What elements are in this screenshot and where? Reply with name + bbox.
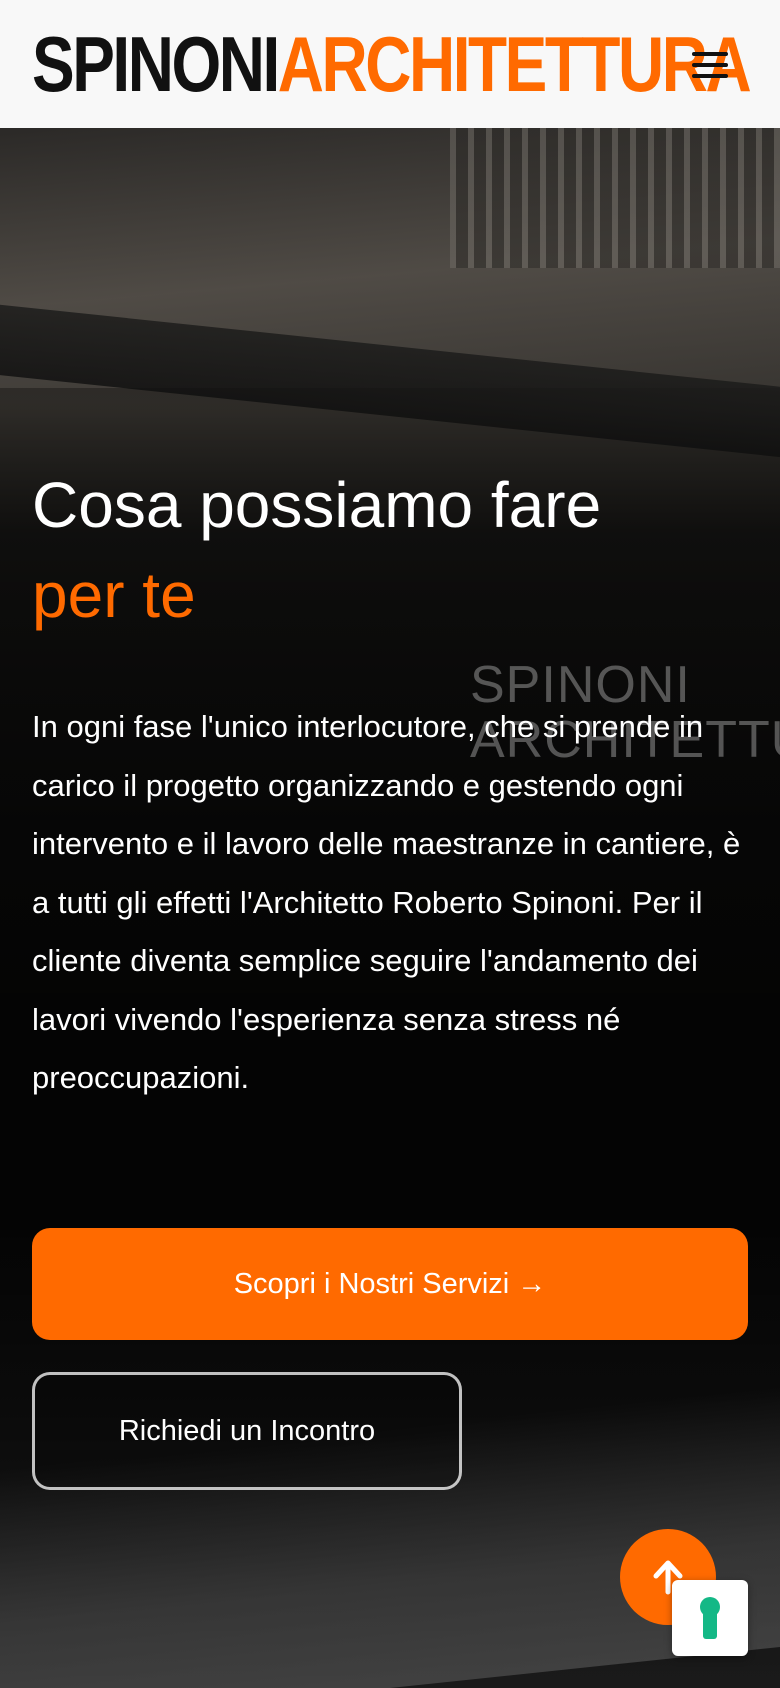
privacy-widget-button[interactable] bbox=[672, 1580, 748, 1656]
logo-text-architettura: ARCHITETTURA bbox=[277, 20, 752, 108]
site-logo[interactable]: SPINONI ARCHITETTURA bbox=[32, 20, 752, 108]
menu-bar bbox=[692, 63, 728, 67]
request-meeting-button[interactable]: Richiedi un Incontro bbox=[32, 1372, 462, 1490]
keyhole-icon bbox=[700, 1597, 720, 1639]
menu-bar bbox=[692, 52, 728, 56]
discover-services-button[interactable]: Scopri i Nostri Servizi → bbox=[32, 1228, 748, 1340]
menu-bar bbox=[692, 74, 728, 78]
hero-description: In ogni fase l'unico interlocutore, che … bbox=[32, 709, 741, 1095]
site-header: SPINONI ARCHITETTURA bbox=[0, 0, 780, 128]
hero-background-slats bbox=[450, 128, 780, 268]
hero-title-line-1: Cosa possiamo fare bbox=[32, 469, 602, 541]
hero-title: Cosa possiamo fare per te bbox=[32, 460, 748, 640]
hamburger-menu-icon[interactable] bbox=[692, 52, 728, 78]
hero-title-accent: per te bbox=[32, 559, 196, 631]
hero-section: SPINONI ARCHITETTUR Cosa possiamo fare p… bbox=[0, 128, 780, 1688]
logo-text-spinoni: SPINONI bbox=[32, 20, 280, 108]
